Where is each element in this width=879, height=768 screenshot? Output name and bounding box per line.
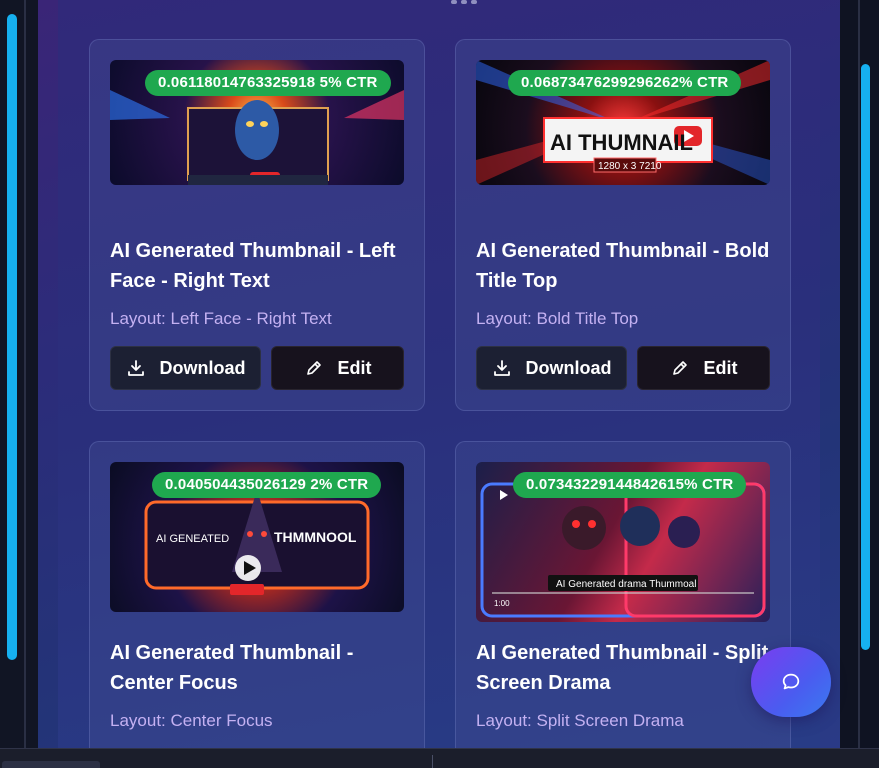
thumbnail-image[interactable]: AI Generated drama Thummoal 1:00 0.07343… <box>476 462 770 622</box>
thumb2-sub-text: 1280 x 3 7210 <box>598 161 662 172</box>
edit-label: Edit <box>703 357 738 378</box>
card-layout-label: Layout: Center Focus <box>110 711 273 730</box>
right-divider <box>858 0 860 748</box>
thumbnail-gallery-panel: 0.06118014763325918 5% CTR AI Generated … <box>38 0 840 748</box>
thumbnail-card: 0.06118014763325918 5% CTR AI Generated … <box>89 39 425 411</box>
download-label: Download <box>525 357 612 378</box>
thumb2-main-text: AI THUMNAIL <box>550 130 693 155</box>
card-layout-label: Layout: Left Face - Right Text <box>110 309 332 328</box>
thumb4-caption: AI Generated drama Thummoal <box>556 579 696 590</box>
gallery-container: 0.06118014763325918 5% CTR AI Generated … <box>58 0 820 748</box>
card-title: AI Generated Thumbnail - Bold Title Top <box>476 240 770 292</box>
right-scrollbar[interactable] <box>861 64 870 650</box>
download-button[interactable]: Download <box>476 346 627 390</box>
edit-button[interactable]: Edit <box>271 346 404 390</box>
chat-bubble-icon <box>782 673 800 690</box>
ctr-badge: 0.040504435026129 2% CTR <box>152 472 382 498</box>
bottom-taskbar <box>0 748 879 768</box>
thumbnail-card: AI THUMNAIL 1280 x 3 7210 0.068734762992… <box>455 39 791 411</box>
download-icon <box>493 360 510 376</box>
chat-button[interactable] <box>751 647 831 717</box>
thumb3-right-text: THMMNOOL <box>274 529 357 545</box>
ctr-badge: 0.06873476299296262% CTR <box>508 70 742 96</box>
download-label: Download <box>159 357 246 378</box>
thumbnail-card: AI GENEATED THMMNOOL 0.040504435026129 2… <box>89 441 425 748</box>
left-scrollbar[interactable] <box>7 14 17 660</box>
card-title: AI Generated Thumbnail - Center Focus <box>110 642 354 694</box>
card-title: AI Generated Thumbnail - Split Screen Dr… <box>476 642 769 694</box>
download-button[interactable]: Download <box>110 346 261 390</box>
left-divider <box>24 0 26 748</box>
thumb4-time: 1:00 <box>494 599 510 608</box>
edit-pencil-icon <box>672 361 687 375</box>
card-title: AI Generated Thumbnail - Left Face - Rig… <box>110 240 396 292</box>
thumbnail-image[interactable]: AI THUMNAIL 1280 x 3 7210 0.068734762992… <box>476 60 770 185</box>
bottom-separator <box>432 755 433 768</box>
thumbnail-image[interactable]: 0.06118014763325918 5% CTR <box>110 60 404 185</box>
thumb3-left-text: AI GENEATED <box>156 533 229 545</box>
card-layout-label: Layout: Split Screen Drama <box>476 711 684 730</box>
thumbnail-card: AI Generated drama Thummoal 1:00 0.07343… <box>455 441 791 748</box>
card-layout-label: Layout: Bold Title Top <box>476 309 639 328</box>
thumbnail-image[interactable]: AI GENEATED THMMNOOL 0.040504435026129 2… <box>110 462 404 612</box>
bottom-tab[interactable] <box>2 761 100 768</box>
edit-label: Edit <box>337 357 372 378</box>
edit-button[interactable]: Edit <box>637 346 770 390</box>
header-indicator <box>444 0 484 8</box>
ctr-badge: 0.06118014763325918 5% CTR <box>145 70 391 96</box>
edit-pencil-icon <box>306 361 321 375</box>
ctr-badge: 0.07343229144842615% CTR <box>513 472 747 498</box>
left-sidebar-strip <box>0 0 38 748</box>
download-icon <box>127 360 144 376</box>
